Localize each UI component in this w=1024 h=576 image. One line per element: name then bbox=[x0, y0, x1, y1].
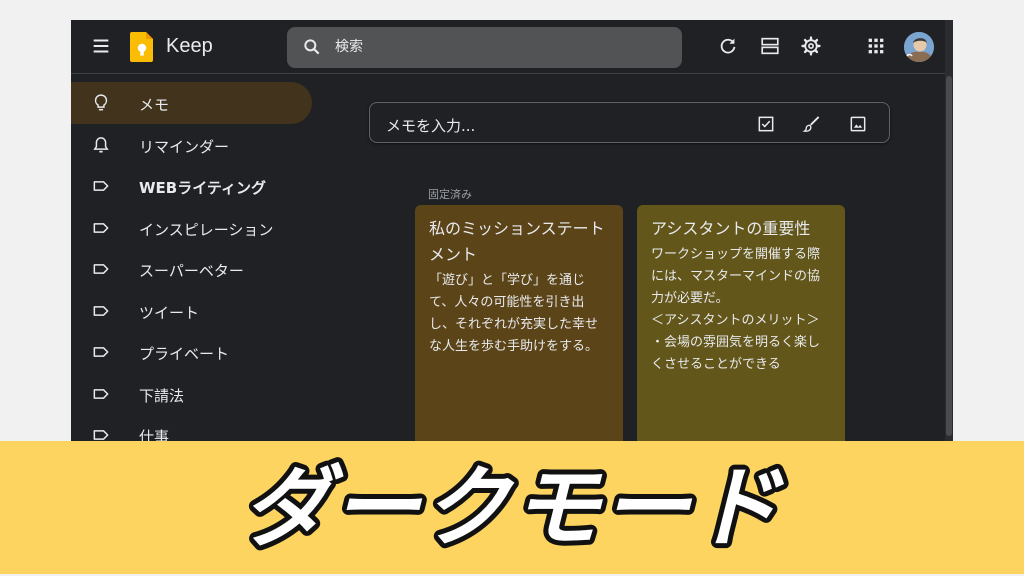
note-body: 「遊び」と「学び」を通じて、人々の可能性を引き出し、それぞれが充実した幸せな人生… bbox=[429, 273, 599, 354]
settings-gear-icon[interactable] bbox=[800, 35, 822, 57]
sidebar-item-label: インスピレーション bbox=[139, 220, 274, 239]
refresh-icon[interactable] bbox=[717, 35, 739, 57]
sidebar-item-subcontract-act[interactable]: 下請法 bbox=[71, 373, 321, 415]
sidebar-item-private[interactable]: プライベート bbox=[71, 331, 321, 373]
sidebar-item-superbetter[interactable]: スーパーベター bbox=[71, 248, 321, 290]
list-view-icon[interactable] bbox=[759, 35, 781, 57]
avatar[interactable] bbox=[904, 32, 934, 62]
app-name[interactable]: Keep bbox=[166, 35, 213, 58]
bell-icon bbox=[93, 136, 109, 152]
keep-logo-icon[interactable] bbox=[130, 31, 154, 63]
note-card[interactable]: 私のミッションステートメント 「遊び」と「学び」を通じて、人々の可能性を引き出し… bbox=[415, 205, 623, 443]
label-icon bbox=[93, 388, 109, 399]
caption-banner-canvas: ダークモード bbox=[237, 451, 787, 564]
avatar-image bbox=[904, 32, 934, 62]
take-note-input[interactable]: メモを入力... bbox=[369, 102, 890, 143]
note-card[interactable]: アシスタントの重要性 ワークショップを開催する際には、マスターマインドの協力が必… bbox=[637, 205, 845, 443]
sidebar-item-label: スーパーベター bbox=[139, 262, 244, 280]
label-icon bbox=[93, 222, 109, 233]
caption-banner: ダークモード bbox=[0, 441, 1024, 574]
paint-brush-icon[interactable] bbox=[802, 114, 822, 134]
lightbulb-icon bbox=[94, 94, 108, 111]
sidebar-item-reminders[interactable]: リマインダー bbox=[71, 124, 321, 166]
search-bar[interactable] bbox=[287, 27, 682, 68]
pinned-section-label: 固定済み bbox=[428, 188, 472, 201]
sidebar-item-inspiration[interactable]: インスピレーション bbox=[71, 207, 321, 249]
sidebar-item-notes[interactable]: メモ bbox=[71, 82, 312, 124]
scrollbar-thumb[interactable] bbox=[946, 76, 952, 436]
sidebar-item-label: 下請法 bbox=[139, 386, 185, 405]
image-icon[interactable] bbox=[848, 114, 868, 134]
sidebar-item-label: プライベート bbox=[139, 345, 230, 363]
sidebar-item-label: メモ bbox=[139, 96, 170, 114]
search-icon[interactable] bbox=[302, 37, 322, 57]
sidebar-item-label: リマインダー bbox=[139, 137, 230, 156]
keep-app-window: Keep 検索 メモ リマインダー WEBライティング インスピレーション スー… bbox=[71, 20, 953, 443]
hamburger-menu-icon[interactable] bbox=[90, 35, 112, 57]
label-icon bbox=[93, 347, 109, 357]
new-list-checkbox-icon[interactable] bbox=[756, 114, 776, 134]
sidebar: メモ リマインダー WEBライティング インスピレーション スーパーベター ツイ… bbox=[71, 82, 321, 443]
label-icon bbox=[93, 264, 109, 274]
sidebar-item-label: ツイート bbox=[139, 303, 200, 322]
sidebar-item-tweets[interactable]: ツイート bbox=[71, 290, 321, 332]
label-icon bbox=[93, 305, 109, 316]
label-icon bbox=[93, 181, 109, 191]
sidebar-item-web-writing[interactable]: WEBライティング bbox=[71, 165, 321, 207]
apps-grid-icon[interactable] bbox=[865, 35, 887, 57]
sidebar-item-label: WEBライティング bbox=[139, 179, 267, 197]
search-input[interactable] bbox=[335, 36, 655, 58]
scrollbar[interactable] bbox=[945, 20, 953, 443]
note-body: ワークショップを開催する際には、マスターマインドの協力が必要だ。 ＜アシスタント… bbox=[651, 247, 821, 372]
take-note-placeholder: メモを入力... bbox=[386, 117, 476, 135]
note-title: アシスタントの重要性 bbox=[651, 219, 811, 238]
top-bar: Keep bbox=[71, 20, 945, 74]
note-title: 私のミッションステートメント bbox=[429, 219, 605, 264]
sidebar-item-work[interactable]: 仕事 bbox=[71, 414, 321, 443]
caption-text: ダークモード bbox=[242, 456, 784, 559]
